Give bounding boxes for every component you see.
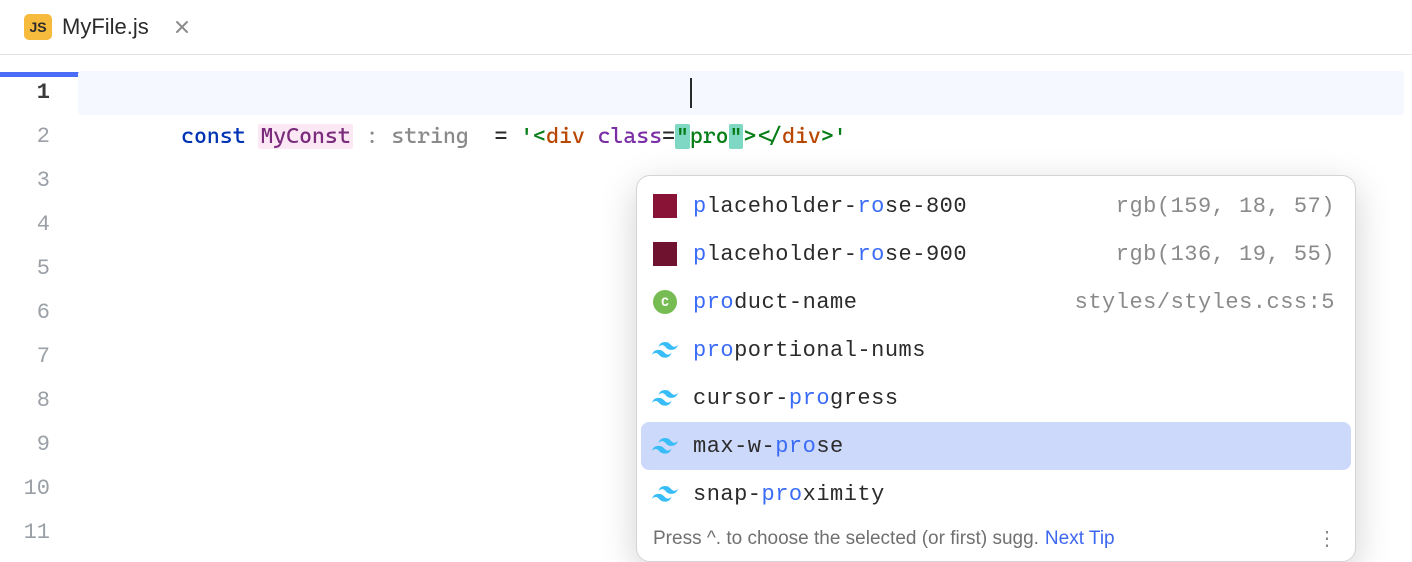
footer-hint: Press ^. to choose the selected (or firs… [653, 528, 1039, 550]
editor[interactable]: 1234567891011 const MyConst : string = '… [0, 55, 1412, 560]
autocomplete-item[interactable]: proportional-nums [641, 326, 1351, 374]
color-swatch-icon [651, 240, 679, 268]
line-number: 9 [0, 423, 50, 467]
code-line-1[interactable]: const MyConst : string = '<div class="pr… [78, 71, 1404, 115]
autocomplete-item[interactable]: Cproduct-name styles/styles.css:5 [641, 278, 1351, 326]
tab-bar: JS MyFile.js [0, 0, 1412, 55]
text-cursor [690, 78, 692, 108]
tailwind-icon [651, 432, 679, 460]
tailwind-icon [651, 384, 679, 412]
autocomplete-item[interactable]: cursor-progress [641, 374, 1351, 422]
tailwind-icon [651, 480, 679, 508]
js-file-icon: JS [24, 14, 52, 40]
next-tip-link[interactable]: Next Tip [1045, 528, 1115, 550]
autocomplete-list: placeholder-rose-800rgb(159, 18, 57)plac… [637, 176, 1355, 518]
autocomplete-item[interactable]: snap-proximity [641, 470, 1351, 518]
autocomplete-item-detail: styles/styles.css:5 [1075, 290, 1335, 315]
line-number: 3 [0, 159, 50, 203]
line-number: 7 [0, 335, 50, 379]
line-number: 2 [0, 115, 50, 159]
line-number: 10 [0, 467, 50, 511]
autocomplete-footer: Press ^. to choose the selected (or firs… [637, 518, 1355, 561]
line-number: 1 [0, 71, 50, 115]
tab-filename: MyFile.js [62, 14, 149, 40]
more-options-icon[interactable]: ⋮ [1317, 526, 1339, 551]
line-number: 4 [0, 203, 50, 247]
autocomplete-item-label: placeholder-rose-900 [693, 242, 1102, 267]
autocomplete-item[interactable]: placeholder-rose-800 rgb(159, 18, 57) [641, 182, 1351, 230]
line-number: 8 [0, 379, 50, 423]
file-tab[interactable]: JS MyFile.js [12, 0, 201, 54]
css-class-icon: C [651, 288, 679, 316]
autocomplete-item-label: proportional-nums [693, 338, 1335, 363]
line-gutter: 1234567891011 [0, 71, 78, 555]
autocomplete-item-label: placeholder-rose-800 [693, 194, 1102, 219]
close-icon[interactable] [175, 20, 189, 34]
autocomplete-item-detail: rgb(136, 19, 55) [1116, 242, 1335, 267]
color-swatch-icon [651, 192, 679, 220]
autocomplete-item-label: max-w-prose [693, 434, 1335, 459]
autocomplete-item[interactable]: placeholder-rose-900 rgb(136, 19, 55) [641, 230, 1351, 278]
line-number: 5 [0, 247, 50, 291]
autocomplete-item[interactable]: max-w-prose [641, 422, 1351, 470]
line-number: 6 [0, 291, 50, 335]
autocomplete-item-detail: rgb(159, 18, 57) [1116, 194, 1335, 219]
autocomplete-item-label: product-name [693, 290, 1061, 315]
autocomplete-item-label: cursor-progress [693, 386, 1335, 411]
tailwind-icon [651, 336, 679, 364]
autocomplete-item-label: snap-proximity [693, 482, 1335, 507]
line-number: 11 [0, 511, 50, 555]
autocomplete-popup[interactable]: placeholder-rose-800rgb(159, 18, 57)plac… [636, 175, 1356, 562]
